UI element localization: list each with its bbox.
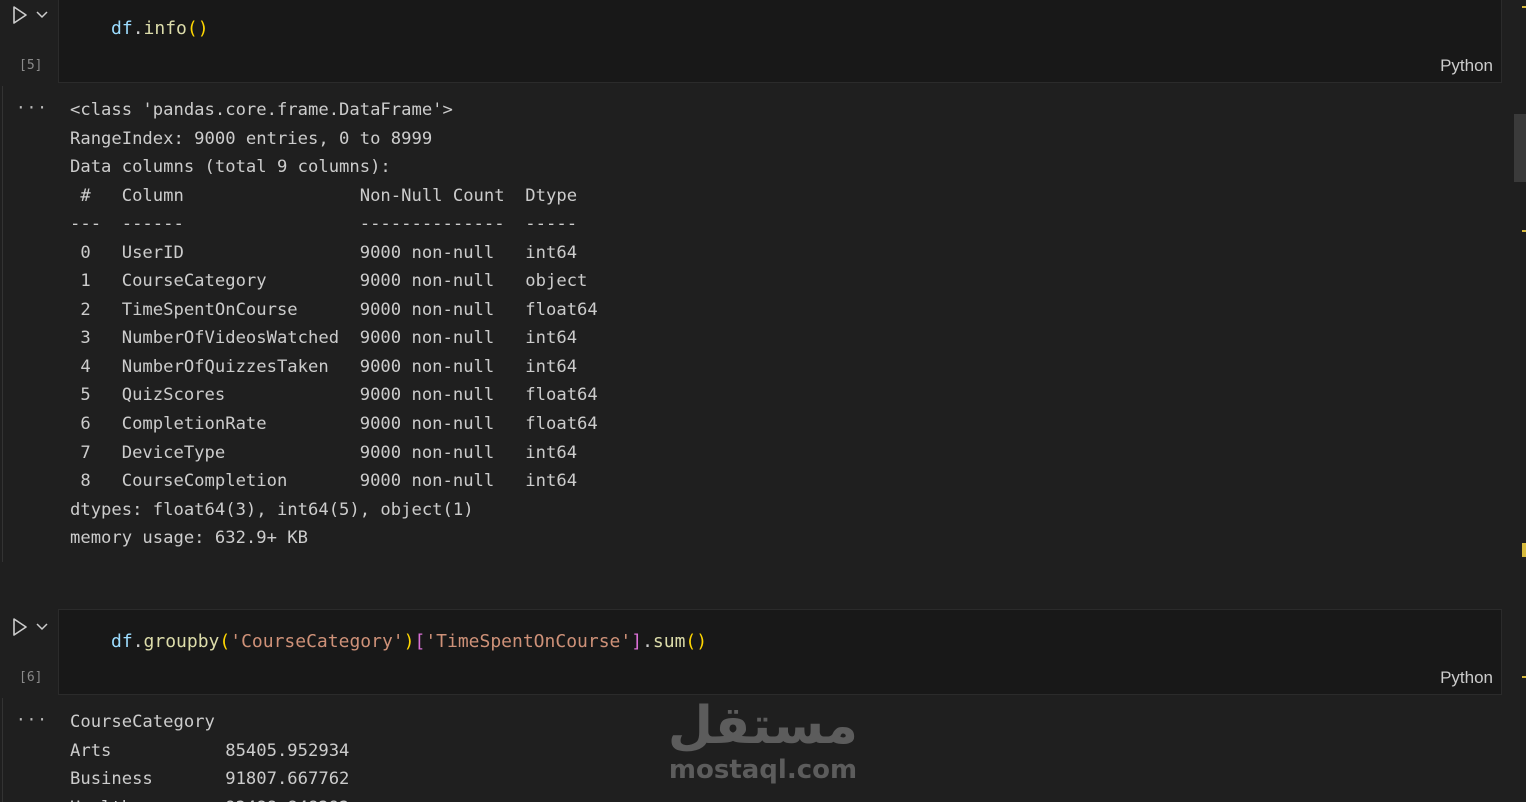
overview-ruler-mark [1522, 230, 1526, 232]
code-token-var: df [111, 18, 133, 39]
overview-ruler-mark [1522, 6, 1526, 8]
overview-ruler-mark [1522, 543, 1526, 557]
notebook-view: [5] df.info() Python ··· <class 'pandas.… [0, 0, 1526, 802]
code-token-paren: ( [219, 631, 231, 652]
code-line: df.info() [111, 18, 209, 39]
run-cell-icon[interactable] [10, 5, 30, 25]
code-token-paren: ) [696, 631, 708, 652]
cell-6-output: CourseCategory Arts 85405.952934 Busines… [70, 712, 350, 802]
code-token-function: groupby [143, 631, 220, 652]
overview-ruler-mark [1522, 676, 1526, 678]
code-token-bracket: ] [631, 631, 643, 652]
chevron-down-icon[interactable] [36, 621, 48, 633]
output-divider [2, 698, 3, 802]
code-editor-cell-6[interactable]: df.groupby('CourseCategory')['TimeSpentO… [58, 609, 1502, 695]
language-label[interactable]: Python [1440, 668, 1493, 688]
watermark-latin: mostaql.com [668, 755, 858, 785]
code-line: df.groupby('CourseCategory')['TimeSpentO… [111, 631, 707, 652]
mostaql-watermark-logo: مستقل mostaql.com [668, 696, 858, 784]
code-token-dot: . [132, 18, 144, 39]
code-token-var: df [111, 631, 133, 652]
code-token-string: 'TimeSpentOnCourse' [425, 631, 632, 652]
execution-count: [6] [19, 670, 43, 685]
code-token-function: info [143, 18, 187, 39]
output-divider [2, 86, 3, 562]
code-token-paren: ) [197, 18, 209, 39]
execution-count: [5] [19, 58, 43, 73]
code-token-string: 'CourseCategory' [230, 631, 404, 652]
code-token-paren: ( [186, 18, 198, 39]
vertical-scrollbar[interactable] [1512, 0, 1526, 802]
code-token-paren: ( [685, 631, 697, 652]
code-token-bracket: [ [414, 631, 426, 652]
code-token-paren: ) [403, 631, 415, 652]
output-more-actions-button[interactable]: ··· [16, 98, 48, 117]
cell-5-output: <class 'pandas.core.frame.DataFrame'> Ra… [70, 100, 598, 549]
run-cell-icon[interactable] [10, 617, 30, 637]
code-token-dot: . [132, 631, 144, 652]
code-token-dot: . [642, 631, 653, 652]
code-editor-cell-5[interactable]: df.info() Python [58, 0, 1502, 83]
cell-6-toolbar [10, 617, 48, 637]
scrollbar-thumb[interactable] [1514, 114, 1526, 182]
code-token-function: sum [652, 631, 686, 652]
output-more-actions-button[interactable]: ··· [16, 710, 48, 729]
watermark-arabic: مستقل [667, 696, 858, 756]
chevron-down-icon[interactable] [36, 9, 48, 21]
cell-5-toolbar [10, 5, 48, 25]
language-label[interactable]: Python [1440, 56, 1493, 76]
